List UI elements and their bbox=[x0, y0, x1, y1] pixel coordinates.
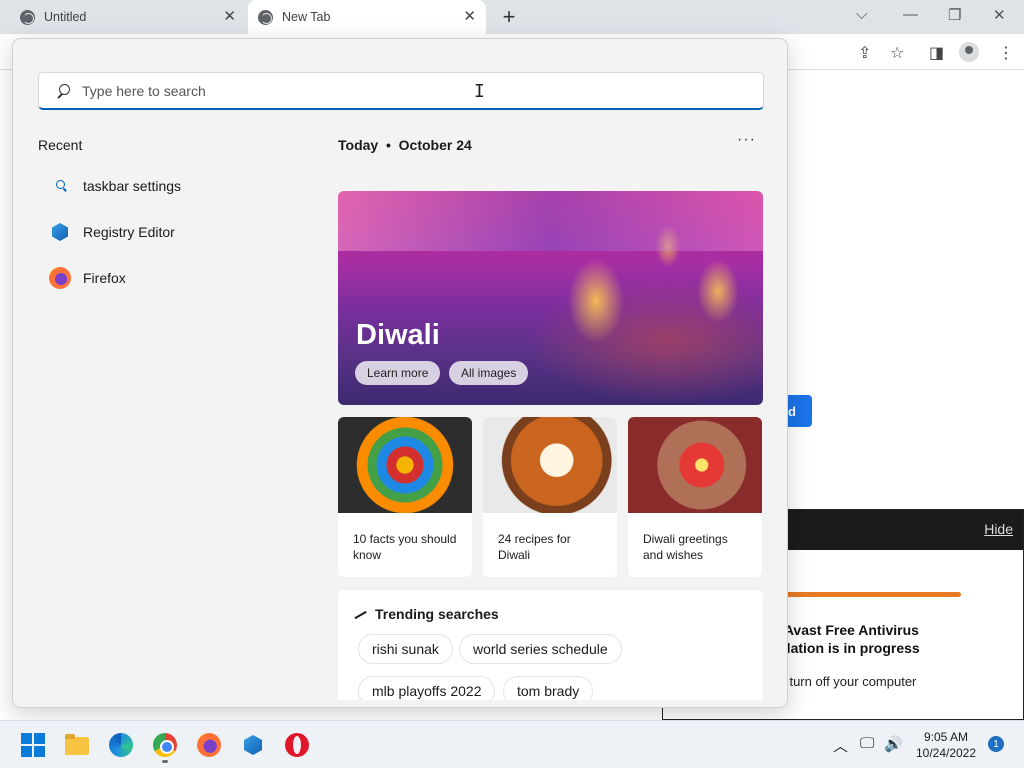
minimize-button[interactable]: — bbox=[903, 6, 918, 23]
card-10-facts[interactable]: 10 facts you should know bbox=[338, 417, 472, 577]
firefox-icon[interactable] bbox=[197, 733, 221, 757]
close-icon[interactable]: ✕ bbox=[463, 8, 476, 26]
tab-untitled[interactable]: Untitled ✕ bbox=[10, 0, 246, 34]
recent-item-taskbar-settings[interactable]: taskbar settings bbox=[47, 168, 307, 204]
active-app-indicator bbox=[162, 760, 168, 763]
hero-title: Diwali bbox=[356, 319, 440, 351]
window-close-button[interactable]: ✕ bbox=[993, 6, 1006, 24]
globe-icon bbox=[20, 9, 35, 25]
edge-icon[interactable] bbox=[109, 733, 133, 757]
avast-progress-bar bbox=[783, 592, 961, 597]
text-cursor-icon: I bbox=[474, 81, 485, 102]
card-caption: Diwali greetings and wishes bbox=[643, 532, 728, 562]
network-icon[interactable]: 🖵 bbox=[860, 735, 874, 752]
card-greetings[interactable]: Diwali greetings and wishes bbox=[628, 417, 762, 577]
side-panel-icon[interactable]: ◨ bbox=[929, 43, 944, 63]
avast-title-line1: r Avast Free Antivirus bbox=[775, 622, 919, 638]
profile-avatar[interactable] bbox=[959, 42, 979, 62]
avast-dialog-subtitle: ot turn off your computer bbox=[775, 674, 917, 689]
trending-title: Trending searches bbox=[375, 606, 499, 622]
avast-title-line2: allation is in progress bbox=[775, 640, 920, 656]
close-icon[interactable]: ✕ bbox=[223, 8, 236, 26]
search-icon bbox=[47, 173, 73, 199]
volume-icon[interactable]: 🔊 bbox=[884, 735, 903, 753]
windows-search-panel: I Recent taskbar settings Registry Edito… bbox=[12, 38, 788, 708]
rangoli-image bbox=[338, 417, 472, 513]
diya-hands-image bbox=[628, 417, 762, 513]
trending-chip[interactable]: world series schedule bbox=[459, 634, 622, 664]
search-input[interactable] bbox=[82, 82, 763, 99]
chrome-icon[interactable] bbox=[153, 733, 177, 757]
recent-heading: Recent bbox=[38, 137, 83, 153]
recent-item-firefox[interactable]: Firefox bbox=[47, 260, 307, 296]
search-box[interactable]: I bbox=[38, 72, 764, 110]
tab-title: New Tab bbox=[282, 10, 331, 24]
today-date: October 24 bbox=[398, 137, 472, 153]
share-icon[interactable]: ⇪ bbox=[858, 43, 871, 63]
search-icon bbox=[56, 83, 70, 98]
recent-item-label: Registry Editor bbox=[83, 224, 175, 240]
notification-badge[interactable]: 1 bbox=[988, 736, 1004, 752]
file-explorer-icon[interactable] bbox=[65, 733, 89, 757]
trending-arrow-icon bbox=[354, 609, 368, 619]
tab-new-tab[interactable]: New Tab ✕ bbox=[248, 0, 486, 34]
today-label: Today bbox=[338, 137, 379, 153]
tab-search-chevron-icon[interactable]: ⌵ bbox=[856, 6, 867, 23]
hero-card-diwali[interactable]: Diwali Learn more All images bbox=[338, 191, 763, 405]
recent-item-label: taskbar settings bbox=[83, 178, 182, 194]
avast-dialog-title: r Avast Free Antivirus allation is in pr… bbox=[775, 621, 1015, 657]
card-caption: 10 facts you should know bbox=[353, 532, 457, 562]
trending-chip[interactable]: mlb playoffs 2022 bbox=[358, 676, 496, 700]
all-images-button[interactable]: All images bbox=[449, 361, 529, 385]
recent-item-label: Firefox bbox=[83, 270, 126, 286]
new-tab-button[interactable]: + bbox=[498, 4, 520, 30]
trending-searches-section: Trending searches rishi sunak world seri… bbox=[338, 590, 763, 700]
card-recipes[interactable]: 24 recipes for Diwali bbox=[483, 417, 617, 577]
today-heading: Today • October 24 bbox=[338, 137, 472, 153]
tab-title: Untitled bbox=[44, 10, 87, 24]
system-clock[interactable]: 9:05 AM 10/24/2022 bbox=[915, 729, 977, 761]
browser-tab-strip: Untitled ✕ New Tab ✕ + ⌵ — ❐ ✕ bbox=[0, 0, 1024, 34]
learn-more-button[interactable]: Learn more bbox=[355, 361, 441, 385]
recent-item-registry-editor[interactable]: Registry Editor bbox=[47, 214, 307, 250]
more-options-icon[interactable]: ··· bbox=[737, 131, 756, 149]
opera-icon[interactable] bbox=[285, 733, 309, 757]
avast-hide-link[interactable]: Hide bbox=[984, 521, 1013, 537]
bookmark-star-icon[interactable]: ☆ bbox=[890, 43, 904, 63]
bullet-separator: • bbox=[382, 137, 395, 153]
globe-icon bbox=[258, 9, 273, 25]
show-hidden-icons-chevron-icon[interactable]: ︿ bbox=[833, 735, 848, 756]
card-caption: 24 recipes for Diwali bbox=[498, 532, 571, 562]
registry-editor-icon[interactable] bbox=[241, 733, 265, 757]
trending-chip[interactable]: rishi sunak bbox=[358, 634, 453, 664]
food-bowl-image bbox=[483, 417, 617, 513]
clock-date: 10/24/2022 bbox=[915, 746, 977, 760]
firefox-icon bbox=[47, 265, 73, 291]
restore-button[interactable]: ❐ bbox=[948, 6, 961, 24]
registry-editor-icon bbox=[47, 219, 73, 245]
trending-heading: Trending searches bbox=[354, 606, 499, 622]
trending-chip[interactable]: tom brady bbox=[503, 676, 594, 700]
more-menu-icon[interactable]: ⋮ bbox=[998, 43, 1014, 63]
clock-time: 9:05 AM bbox=[923, 730, 969, 744]
windows-start-icon[interactable] bbox=[21, 733, 45, 757]
